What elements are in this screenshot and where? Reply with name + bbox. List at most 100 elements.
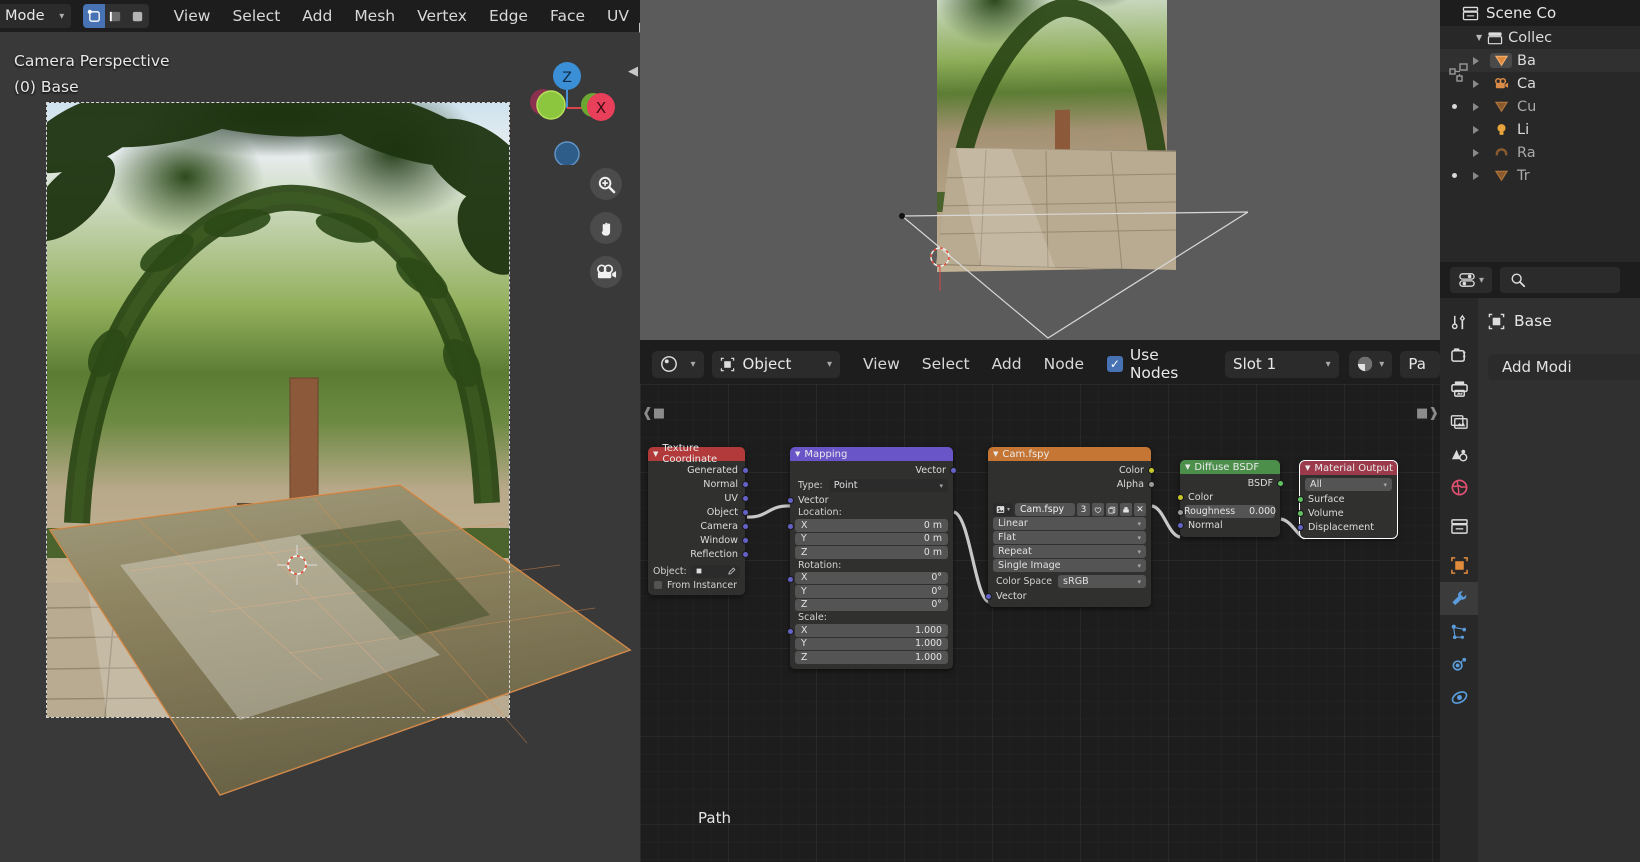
node-input-row-vector[interactable]: Vector [984, 589, 1151, 603]
image-datablock-row[interactable]: ▾ Cam.fspy 3 ✕ [988, 503, 1151, 516]
node-input-row-color[interactable]: Color [1176, 490, 1280, 504]
add-modifier-button[interactable]: Add Modi [1488, 354, 1640, 380]
input-socket-rotation[interactable] [786, 575, 794, 583]
collapse-triangle-icon[interactable]: ▼ [653, 450, 658, 458]
outliner-item-tr[interactable]: Tr [1440, 164, 1640, 187]
modifier-icon[interactable] [1440, 582, 1478, 615]
viewport-3d[interactable]: Mode ▾ View Select Add Mesh Vertex Edge … [0, 0, 640, 862]
checkbox-icon[interactable]: ✓ [1107, 356, 1123, 372]
node-input-row-surface[interactable]: Surface [1296, 492, 1397, 506]
node-input-row-displacement[interactable]: Displacement [1296, 520, 1397, 534]
tool-icon[interactable] [1440, 306, 1478, 339]
collapse-triangle-icon[interactable]: ▼ [795, 450, 800, 458]
properties-editor[interactable]: ▾ Base Add Modi [1440, 262, 1640, 862]
viewport-menu-select[interactable]: Select [221, 3, 291, 29]
material-name-field[interactable]: Pa [1400, 350, 1440, 378]
secondary-viewport[interactable] [640, 0, 1440, 340]
viewport-menu-view[interactable]: View [163, 3, 222, 29]
interpolation-dropdown[interactable]: Linear ▾ [993, 517, 1146, 530]
camera-view-icon[interactable] [590, 256, 622, 288]
new-image-icon[interactable] [1106, 503, 1118, 516]
rotation-y-field[interactable]: Y 0° [795, 585, 948, 598]
node-menu-view[interactable]: View [852, 351, 911, 377]
node-menu-select[interactable]: Select [911, 351, 981, 377]
select-mode-group[interactable] [83, 4, 149, 28]
viewport-sidebar-toggle[interactable]: ◀ [628, 60, 640, 82]
edge-select-icon[interactable] [105, 4, 127, 28]
collapse-triangle-icon[interactable]: ▼ [1185, 463, 1190, 471]
output-socket-bsdf[interactable] [1276, 479, 1284, 487]
object-field[interactable] [690, 565, 740, 578]
node-output-row[interactable]: Camera [648, 519, 749, 533]
output-socket[interactable] [741, 550, 749, 558]
visibility-dot-icon[interactable] [1451, 104, 1457, 109]
node-input-row[interactable]: Vector [786, 493, 953, 507]
world-icon[interactable] [1440, 471, 1478, 504]
shader-type-select[interactable]: Object ▾ [711, 350, 840, 378]
zoom-icon[interactable] [590, 168, 622, 200]
unlink-copy-icon[interactable] [1120, 503, 1132, 516]
expand-triangle-icon[interactable] [1473, 102, 1479, 111]
expand-triangle-icon[interactable] [1473, 79, 1479, 88]
viewport-menu-vertex[interactable]: Vertex [406, 3, 478, 29]
region-toggle-left-icon[interactable]: ❰■ [642, 406, 665, 421]
render-icon[interactable] [1440, 339, 1478, 372]
output-icon[interactable] [1440, 372, 1478, 405]
viewport-nav-buttons[interactable] [590, 168, 622, 288]
output-socket-alpha[interactable] [1147, 480, 1155, 488]
input-socket-vector[interactable] [786, 496, 794, 504]
scale-x-field[interactable]: X 1.000 [795, 624, 948, 637]
collapse-triangle-icon[interactable]: ▼ [993, 450, 998, 458]
expand-triangle-icon[interactable] [1473, 148, 1479, 157]
scale-y-field[interactable]: Y 1.000 [795, 637, 948, 650]
node-header[interactable]: ▼ Texture Coordinate [648, 443, 745, 465]
scene-icon[interactable] [1440, 438, 1478, 471]
particles-icon[interactable] [1440, 615, 1478, 648]
node-header[interactable]: ▼ Cam.fspy [988, 447, 1151, 461]
use-nodes-checkbox[interactable]: ✓ Use Nodes [1107, 346, 1211, 382]
input-socket-displacement[interactable] [1296, 523, 1304, 531]
input-socket-vector[interactable] [984, 592, 992, 600]
node-image-texture[interactable]: ▼ Cam.fspy Color Alpha ▾ Cam.fspy 3 ✕ Li… [984, 447, 1155, 607]
outliner-item-camera[interactable]: Ca [1440, 72, 1640, 95]
colorspace-dropdown[interactable]: sRGB ▾ [1058, 575, 1146, 588]
node-output-row[interactable]: Generated [648, 463, 749, 477]
colorspace-row[interactable]: Color Space sRGB ▾ [988, 573, 1151, 589]
region-toggle-right-icon[interactable]: ■❱ [1416, 406, 1439, 421]
slot-select[interactable]: Slot 1 ▾ [1225, 350, 1339, 378]
node-diffuse-bsdf[interactable]: ▼ Diffuse BSDF BSDF Color Roughness 0.00… [1176, 460, 1284, 537]
image-browse-button[interactable]: ▾ [993, 503, 1014, 516]
vertex-select-icon[interactable] [83, 4, 106, 28]
mode-select[interactable]: Mode ▾ [0, 4, 72, 28]
object-picker-row[interactable]: Object: [648, 565, 745, 578]
location-z-field[interactable]: Z 0 m [795, 546, 948, 559]
viewport-menu-edge[interactable]: Edge [478, 3, 539, 29]
outliner-item-curve[interactable]: Ra [1440, 141, 1640, 164]
fake-user-icon[interactable] [1092, 503, 1104, 516]
viewport-menu-face[interactable]: Face [539, 3, 596, 29]
output-socket-color[interactable] [1147, 466, 1155, 474]
scale-z-field[interactable]: Z 1.000 [795, 651, 948, 664]
properties-editor-type-select[interactable]: ▾ [1450, 267, 1492, 293]
output-socket[interactable] [741, 508, 749, 516]
expand-triangle-icon[interactable] [1473, 56, 1479, 65]
node-input-row-volume[interactable]: Volume [1296, 506, 1397, 520]
pan-icon[interactable] [590, 212, 622, 244]
node-header[interactable]: ▼ Mapping [790, 447, 953, 461]
output-socket[interactable] [741, 494, 749, 502]
view-layer-icon[interactable] [1440, 405, 1478, 438]
face-select-icon[interactable] [126, 4, 149, 28]
input-socket-normal[interactable] [1176, 522, 1184, 529]
material-browse-select[interactable]: ▾ [1348, 350, 1393, 378]
input-socket-color[interactable] [1176, 493, 1184, 501]
outliner-collection-row[interactable]: ▼ Collec [1440, 26, 1640, 49]
node-output-row[interactable]: UV [648, 491, 749, 505]
shader-node-editor[interactable]: ▾ Object ▾ View Select Add Node ✓ Use No… [640, 340, 1440, 862]
node-mapping[interactable]: ▼ Mapping Vector Type: Point ▾ Vector Lo… [786, 447, 957, 669]
output-socket[interactable] [741, 480, 749, 488]
outliner-item-base[interactable]: Ba [1440, 49, 1640, 72]
node-output-row[interactable]: Window [648, 533, 749, 547]
outliner[interactable]: Scene Co ▼ Collec Ba Ca Cu Li Ra Tr [1440, 0, 1640, 262]
checkbox-icon[interactable] [654, 581, 662, 589]
location-x-field[interactable]: X 0 m [795, 519, 948, 532]
